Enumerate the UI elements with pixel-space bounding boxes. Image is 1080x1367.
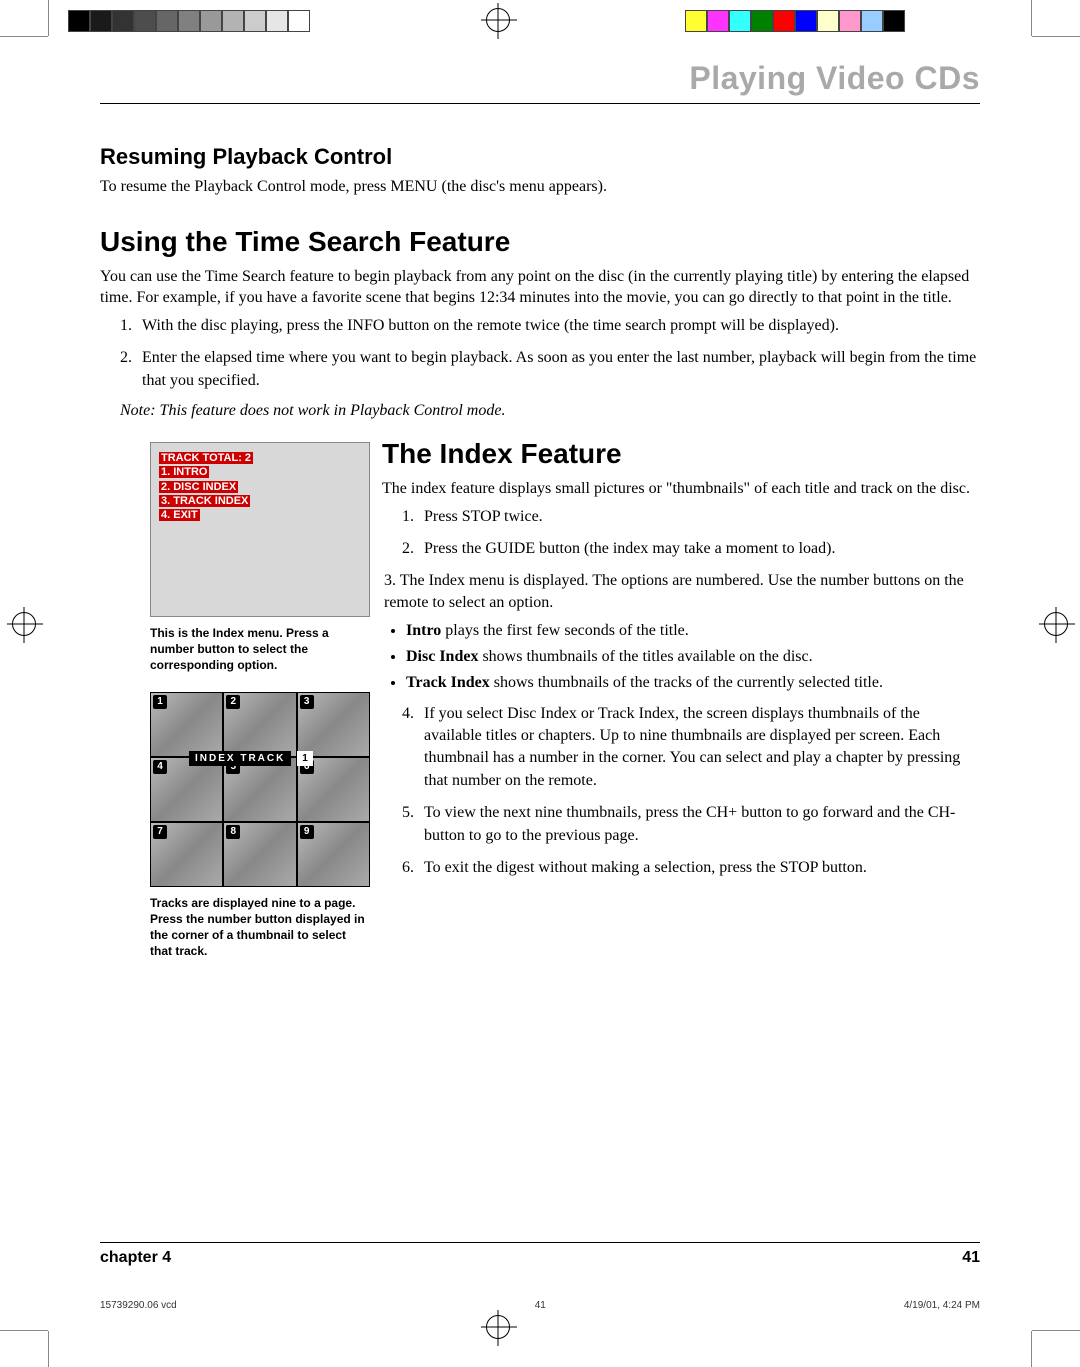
body-text: The index feature displays small picture… [382, 478, 980, 500]
running-head: Playing Video CDs [100, 60, 980, 104]
list-item: Press the GUIDE button (the index may ta… [418, 538, 980, 560]
list-item: Enter the elapsed time where you want to… [136, 347, 980, 392]
menu-line: 3. TRACK INDEX [159, 495, 250, 507]
registration-mark-icon [12, 612, 36, 636]
body-text: To resume the Playback Control mode, pre… [100, 176, 980, 198]
menu-line: 1. INTRO [159, 466, 209, 478]
bullet-list: Intro plays the first few seconds of the… [406, 620, 980, 695]
list-item: Track Index shows thumbnails of the trac… [406, 672, 980, 694]
color-swatches [685, 10, 905, 32]
thumbnail-grid-screenshot: 1 2 3 4 5 6 7 8 9 INDEX TRACK 1 [150, 692, 370, 887]
chapter-label: chapter 4 [100, 1249, 171, 1267]
list-item: Intro plays the first few seconds of the… [406, 620, 980, 642]
grayscale-swatches [68, 10, 310, 32]
menu-line: 2. DISC INDEX [159, 481, 238, 493]
list-item: To exit the digest without making a sele… [418, 857, 980, 879]
page-footer: chapter 4 41 [100, 1242, 980, 1267]
right-column: The Index Feature The index feature disp… [382, 438, 980, 977]
left-column: TRACK TOTAL: 2 1. INTRO 2. DISC INDEX 3.… [100, 438, 350, 977]
registration-mark-icon [1044, 612, 1068, 636]
heading-time-search: Using the Time Search Feature [100, 226, 980, 258]
page-number: 41 [962, 1249, 980, 1267]
heading-resuming-playback: Resuming Playback Control [100, 144, 980, 170]
index-track-label: INDEX TRACK [189, 751, 291, 766]
list-item: To view the next nine thumbnails, press … [418, 802, 980, 847]
index-menu-screenshot: TRACK TOTAL: 2 1. INTRO 2. DISC INDEX 3.… [150, 442, 370, 617]
print-slug-line: 15739290.06 vcd 41 4/19/01, 4:24 PM [100, 1300, 980, 1311]
list-item: Disc Index shows thumbnails of the title… [406, 646, 980, 668]
note-text: Note: This feature does not work in Play… [120, 402, 980, 420]
heading-index-feature: The Index Feature [382, 438, 980, 470]
body-text: 3. The Index menu is displayed. The opti… [384, 570, 980, 613]
figure-caption: Tracks are displayed nine to a page. Pre… [150, 895, 370, 960]
page-content: Playing Video CDs Resuming Playback Cont… [100, 60, 980, 1267]
menu-line: TRACK TOTAL: 2 [159, 452, 253, 464]
slug-filename: 15739290.06 vcd [100, 1300, 177, 1311]
list-item: If you select Disc Index or Track Index,… [418, 703, 980, 793]
slug-page: 41 [535, 1300, 546, 1311]
list-item: With the disc playing, press the INFO bu… [136, 315, 980, 337]
steps-list: If you select Disc Index or Track Index,… [400, 703, 980, 880]
figure-caption: This is the Index menu. Press a number b… [150, 625, 370, 674]
menu-line: 4. EXIT [159, 509, 200, 521]
steps-list: Press STOP twice. Press the GUIDE button… [400, 506, 980, 561]
body-text: You can use the Time Search feature to b… [100, 266, 980, 309]
registration-mark-icon [486, 8, 510, 32]
slug-timestamp: 4/19/01, 4:24 PM [904, 1300, 980, 1311]
list-item: Press STOP twice. [418, 506, 980, 528]
index-track-number: 1 [297, 751, 313, 766]
registration-mark-icon [486, 1315, 510, 1339]
steps-list: With the disc playing, press the INFO bu… [118, 315, 980, 392]
